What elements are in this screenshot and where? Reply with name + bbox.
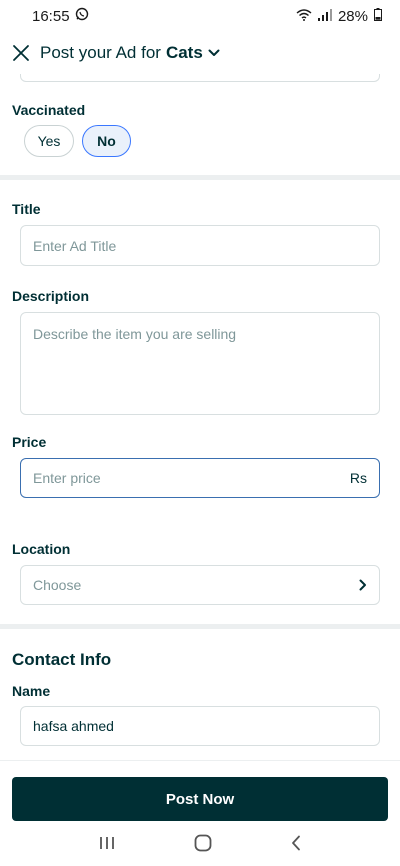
section-divider xyxy=(0,175,400,180)
app-header: Post your Ad for Cats xyxy=(0,32,400,74)
description-textarea[interactable]: Describe the item you are selling xyxy=(20,312,380,415)
battery-icon xyxy=(374,7,382,25)
form-scroll-area[interactable]: Vaccinated Yes No Title Enter Ad Title D… xyxy=(0,74,400,760)
back-icon[interactable] xyxy=(291,835,301,856)
status-right: 28% xyxy=(296,7,382,25)
category-selector[interactable]: Post your Ad for Cats xyxy=(40,43,220,63)
vaccinated-label: Vaccinated xyxy=(12,102,86,118)
close-icon[interactable] xyxy=(12,44,30,62)
status-left: 16:55 xyxy=(32,7,89,25)
status-time: 16:55 xyxy=(32,7,70,25)
location-placeholder: Choose xyxy=(33,577,82,593)
name-label: Name xyxy=(12,683,51,699)
location-selector[interactable]: Choose xyxy=(20,565,380,605)
status-bar: 16:55 28% xyxy=(0,0,400,32)
title-label: Title xyxy=(12,201,41,217)
currency-suffix: Rs xyxy=(349,470,367,486)
price-placeholder: Enter price xyxy=(33,470,101,486)
post-now-button[interactable]: Post Now xyxy=(12,777,388,821)
description-label: Description xyxy=(12,288,90,304)
recent-apps-icon[interactable] xyxy=(99,836,115,855)
contact-info-title: Contact Info xyxy=(12,650,112,669)
whatsapp-icon xyxy=(75,7,89,25)
previous-field-edge xyxy=(20,74,380,82)
system-nav-bar xyxy=(0,824,400,866)
price-label: Price xyxy=(12,434,47,450)
price-input[interactable]: Enter price Rs xyxy=(20,458,380,498)
ad-title-input[interactable]: Enter Ad Title xyxy=(20,225,380,266)
description-placeholder: Describe the item you are selling xyxy=(33,326,237,342)
footer-bar: Post Now xyxy=(0,760,400,824)
page-title: Post your Ad for xyxy=(40,43,161,62)
signal-icon xyxy=(317,8,332,25)
category-name: Cats xyxy=(165,43,203,62)
chevron-right-icon xyxy=(359,579,367,591)
chevron-down-icon xyxy=(208,49,220,57)
vaccinated-yes-option[interactable]: Yes xyxy=(24,125,74,157)
name-input[interactable]: hafsa ahmed xyxy=(20,706,380,746)
vaccinated-no-option[interactable]: No xyxy=(82,125,131,157)
name-value: hafsa ahmed xyxy=(33,718,114,734)
section-divider xyxy=(0,624,400,629)
home-icon[interactable] xyxy=(194,834,212,857)
location-label: Location xyxy=(12,541,71,557)
wifi-icon xyxy=(296,8,312,25)
battery-level: 28% xyxy=(337,7,368,25)
ad-title-placeholder: Enter Ad Title xyxy=(33,237,117,254)
